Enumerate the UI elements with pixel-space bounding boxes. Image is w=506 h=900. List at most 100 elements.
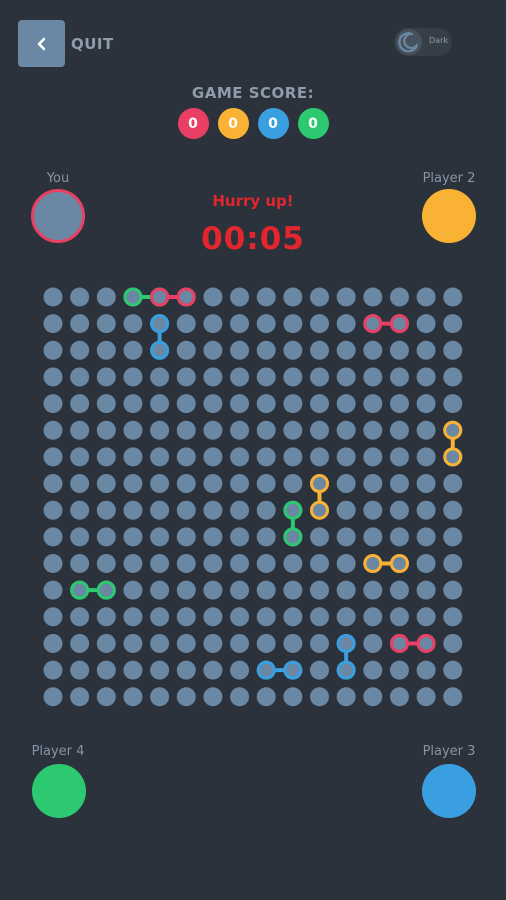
- board-dot[interactable]: [176, 607, 196, 627]
- board-dot[interactable]: [150, 367, 170, 387]
- board-dot[interactable]: [176, 394, 196, 414]
- board-dot[interactable]: [230, 314, 250, 334]
- board-dot[interactable]: [336, 580, 356, 600]
- board-dot[interactable]: [256, 394, 276, 414]
- board-dot[interactable]: [176, 287, 196, 307]
- board-dot[interactable]: [256, 607, 276, 627]
- board-dot[interactable]: [43, 660, 63, 680]
- board-dot[interactable]: [310, 340, 329, 360]
- board-dot[interactable]: [389, 340, 409, 360]
- board-dot[interactable]: [283, 633, 303, 653]
- board-dot[interactable]: [176, 554, 196, 573]
- board-dot[interactable]: [230, 420, 250, 440]
- board-dot[interactable]: [283, 687, 303, 707]
- board-dot[interactable]: [363, 687, 383, 707]
- board-dot[interactable]: [363, 367, 383, 387]
- board-dot[interactable]: [203, 660, 223, 680]
- board-dot[interactable]: [96, 394, 116, 414]
- board-dot[interactable]: [389, 367, 409, 387]
- board-dot[interactable]: [283, 447, 303, 467]
- board-dot[interactable]: [283, 367, 303, 387]
- board-dot[interactable]: [416, 527, 436, 547]
- board-dot[interactable]: [203, 474, 223, 494]
- board-dot[interactable]: [230, 527, 250, 547]
- board-dot[interactable]: [230, 687, 250, 707]
- board-dot[interactable]: [176, 447, 196, 467]
- board-dot[interactable]: [43, 687, 63, 707]
- board-dot[interactable]: [43, 314, 63, 334]
- board-dot[interactable]: [256, 500, 276, 520]
- board-dot[interactable]: [363, 607, 383, 627]
- board-dot[interactable]: [310, 474, 329, 494]
- board-dot[interactable]: [96, 633, 116, 653]
- board-dot[interactable]: [43, 633, 63, 653]
- board-dot[interactable]: [203, 580, 223, 600]
- board-dot[interactable]: [310, 633, 329, 653]
- board-dot[interactable]: [150, 500, 170, 520]
- board-dot[interactable]: [150, 660, 170, 680]
- board-dot[interactable]: [283, 287, 303, 307]
- board-dot[interactable]: [176, 474, 196, 494]
- board-dot[interactable]: [96, 527, 116, 547]
- board-dot[interactable]: [336, 394, 356, 414]
- board-dot[interactable]: [336, 314, 356, 334]
- board-dot[interactable]: [336, 420, 356, 440]
- board-dot[interactable]: [150, 287, 170, 307]
- board-dot[interactable]: [150, 447, 170, 467]
- board-dot[interactable]: [389, 633, 409, 653]
- board-dot[interactable]: [70, 580, 90, 600]
- board-dot[interactable]: [203, 633, 223, 653]
- board-dot[interactable]: [70, 314, 90, 334]
- board-dot[interactable]: [123, 687, 143, 707]
- board-dot[interactable]: [310, 500, 329, 520]
- board-dot[interactable]: [283, 527, 303, 547]
- board-dot[interactable]: [70, 420, 90, 440]
- board-dot[interactable]: [389, 500, 409, 520]
- board-dot[interactable]: [123, 447, 143, 467]
- board-dot[interactable]: [389, 447, 409, 467]
- board-dot[interactable]: [123, 633, 143, 653]
- board-dot[interactable]: [389, 394, 409, 414]
- board-dot[interactable]: [416, 580, 436, 600]
- board-dot[interactable]: [283, 474, 303, 494]
- board-dot[interactable]: [336, 607, 356, 627]
- board-dot[interactable]: [70, 340, 90, 360]
- board-dot[interactable]: [416, 474, 436, 494]
- board-dot[interactable]: [336, 500, 356, 520]
- board-dot[interactable]: [389, 580, 409, 600]
- board-dot[interactable]: [416, 660, 436, 680]
- board-dot[interactable]: [150, 527, 170, 547]
- board-dot[interactable]: [203, 287, 223, 307]
- board-dot[interactable]: [176, 340, 196, 360]
- board-dot[interactable]: [123, 500, 143, 520]
- board-dot[interactable]: [256, 660, 276, 680]
- board-dot[interactable]: [283, 554, 303, 573]
- back-button[interactable]: [18, 20, 65, 67]
- board-dot[interactable]: [283, 340, 303, 360]
- board-dot[interactable]: [310, 660, 329, 680]
- board-dot[interactable]: [123, 314, 143, 334]
- board-dot[interactable]: [43, 287, 63, 307]
- board-dot[interactable]: [416, 314, 436, 334]
- board-dot[interactable]: [363, 527, 383, 547]
- board-dot[interactable]: [443, 633, 463, 653]
- board-dot[interactable]: [443, 580, 463, 600]
- board-dot[interactable]: [416, 340, 436, 360]
- board-dot[interactable]: [363, 554, 383, 573]
- board-dot[interactable]: [43, 474, 63, 494]
- board-dot[interactable]: [363, 474, 383, 494]
- board-dot[interactable]: [389, 527, 409, 547]
- board-dot[interactable]: [416, 607, 436, 627]
- board-dot[interactable]: [43, 340, 63, 360]
- board-dot[interactable]: [203, 340, 223, 360]
- board-dot[interactable]: [256, 633, 276, 653]
- board-dot[interactable]: [283, 660, 303, 680]
- board-dot[interactable]: [336, 554, 356, 573]
- board-dot[interactable]: [203, 394, 223, 414]
- board-dot[interactable]: [96, 314, 116, 334]
- board-dot[interactable]: [363, 633, 383, 653]
- board-dot[interactable]: [256, 287, 276, 307]
- board-dot[interactable]: [96, 367, 116, 387]
- board-dot[interactable]: [310, 580, 329, 600]
- board-dot[interactable]: [150, 554, 170, 573]
